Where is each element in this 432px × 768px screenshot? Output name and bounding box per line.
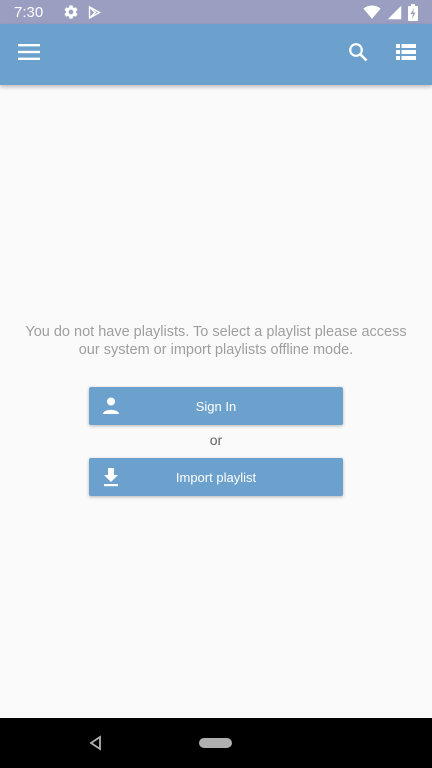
list-view-button[interactable] [382, 31, 430, 79]
status-time: 7:30 [14, 3, 44, 21]
settings-icon [63, 4, 79, 20]
status-bar: 7:30 [0, 0, 432, 24]
back-icon[interactable] [88, 735, 104, 751]
play-store-icon [87, 5, 102, 20]
or-separator: or [209, 432, 223, 448]
menu-button[interactable] [5, 31, 53, 79]
wifi-icon [363, 4, 381, 20]
sign-in-label: Sign In [195, 398, 237, 414]
import-playlist-label: Import playlist [175, 469, 257, 485]
status-right [363, 3, 418, 21]
app-bar [0, 24, 432, 85]
search-icon [348, 42, 368, 67]
sign-in-button[interactable]: Sign In [89, 387, 343, 425]
battery-charging-icon [408, 3, 418, 21]
main-content: You do not have playlists. To select a p… [0, 85, 432, 718]
empty-playlists-message: You do not have playlists. To select a p… [25, 324, 407, 358]
status-left: 7:30 [14, 4, 102, 21]
person-icon [101, 396, 121, 416]
home-pill-icon[interactable] [199, 738, 232, 748]
app-bar-actions [334, 31, 430, 79]
search-button[interactable] [334, 31, 382, 79]
import-playlist-button[interactable]: Import playlist [89, 458, 343, 496]
signal-icon [387, 5, 402, 20]
list-view-icon [396, 44, 416, 65]
menu-icon [18, 44, 40, 65]
system-nav-bar [0, 718, 432, 768]
download-icon [101, 467, 121, 487]
